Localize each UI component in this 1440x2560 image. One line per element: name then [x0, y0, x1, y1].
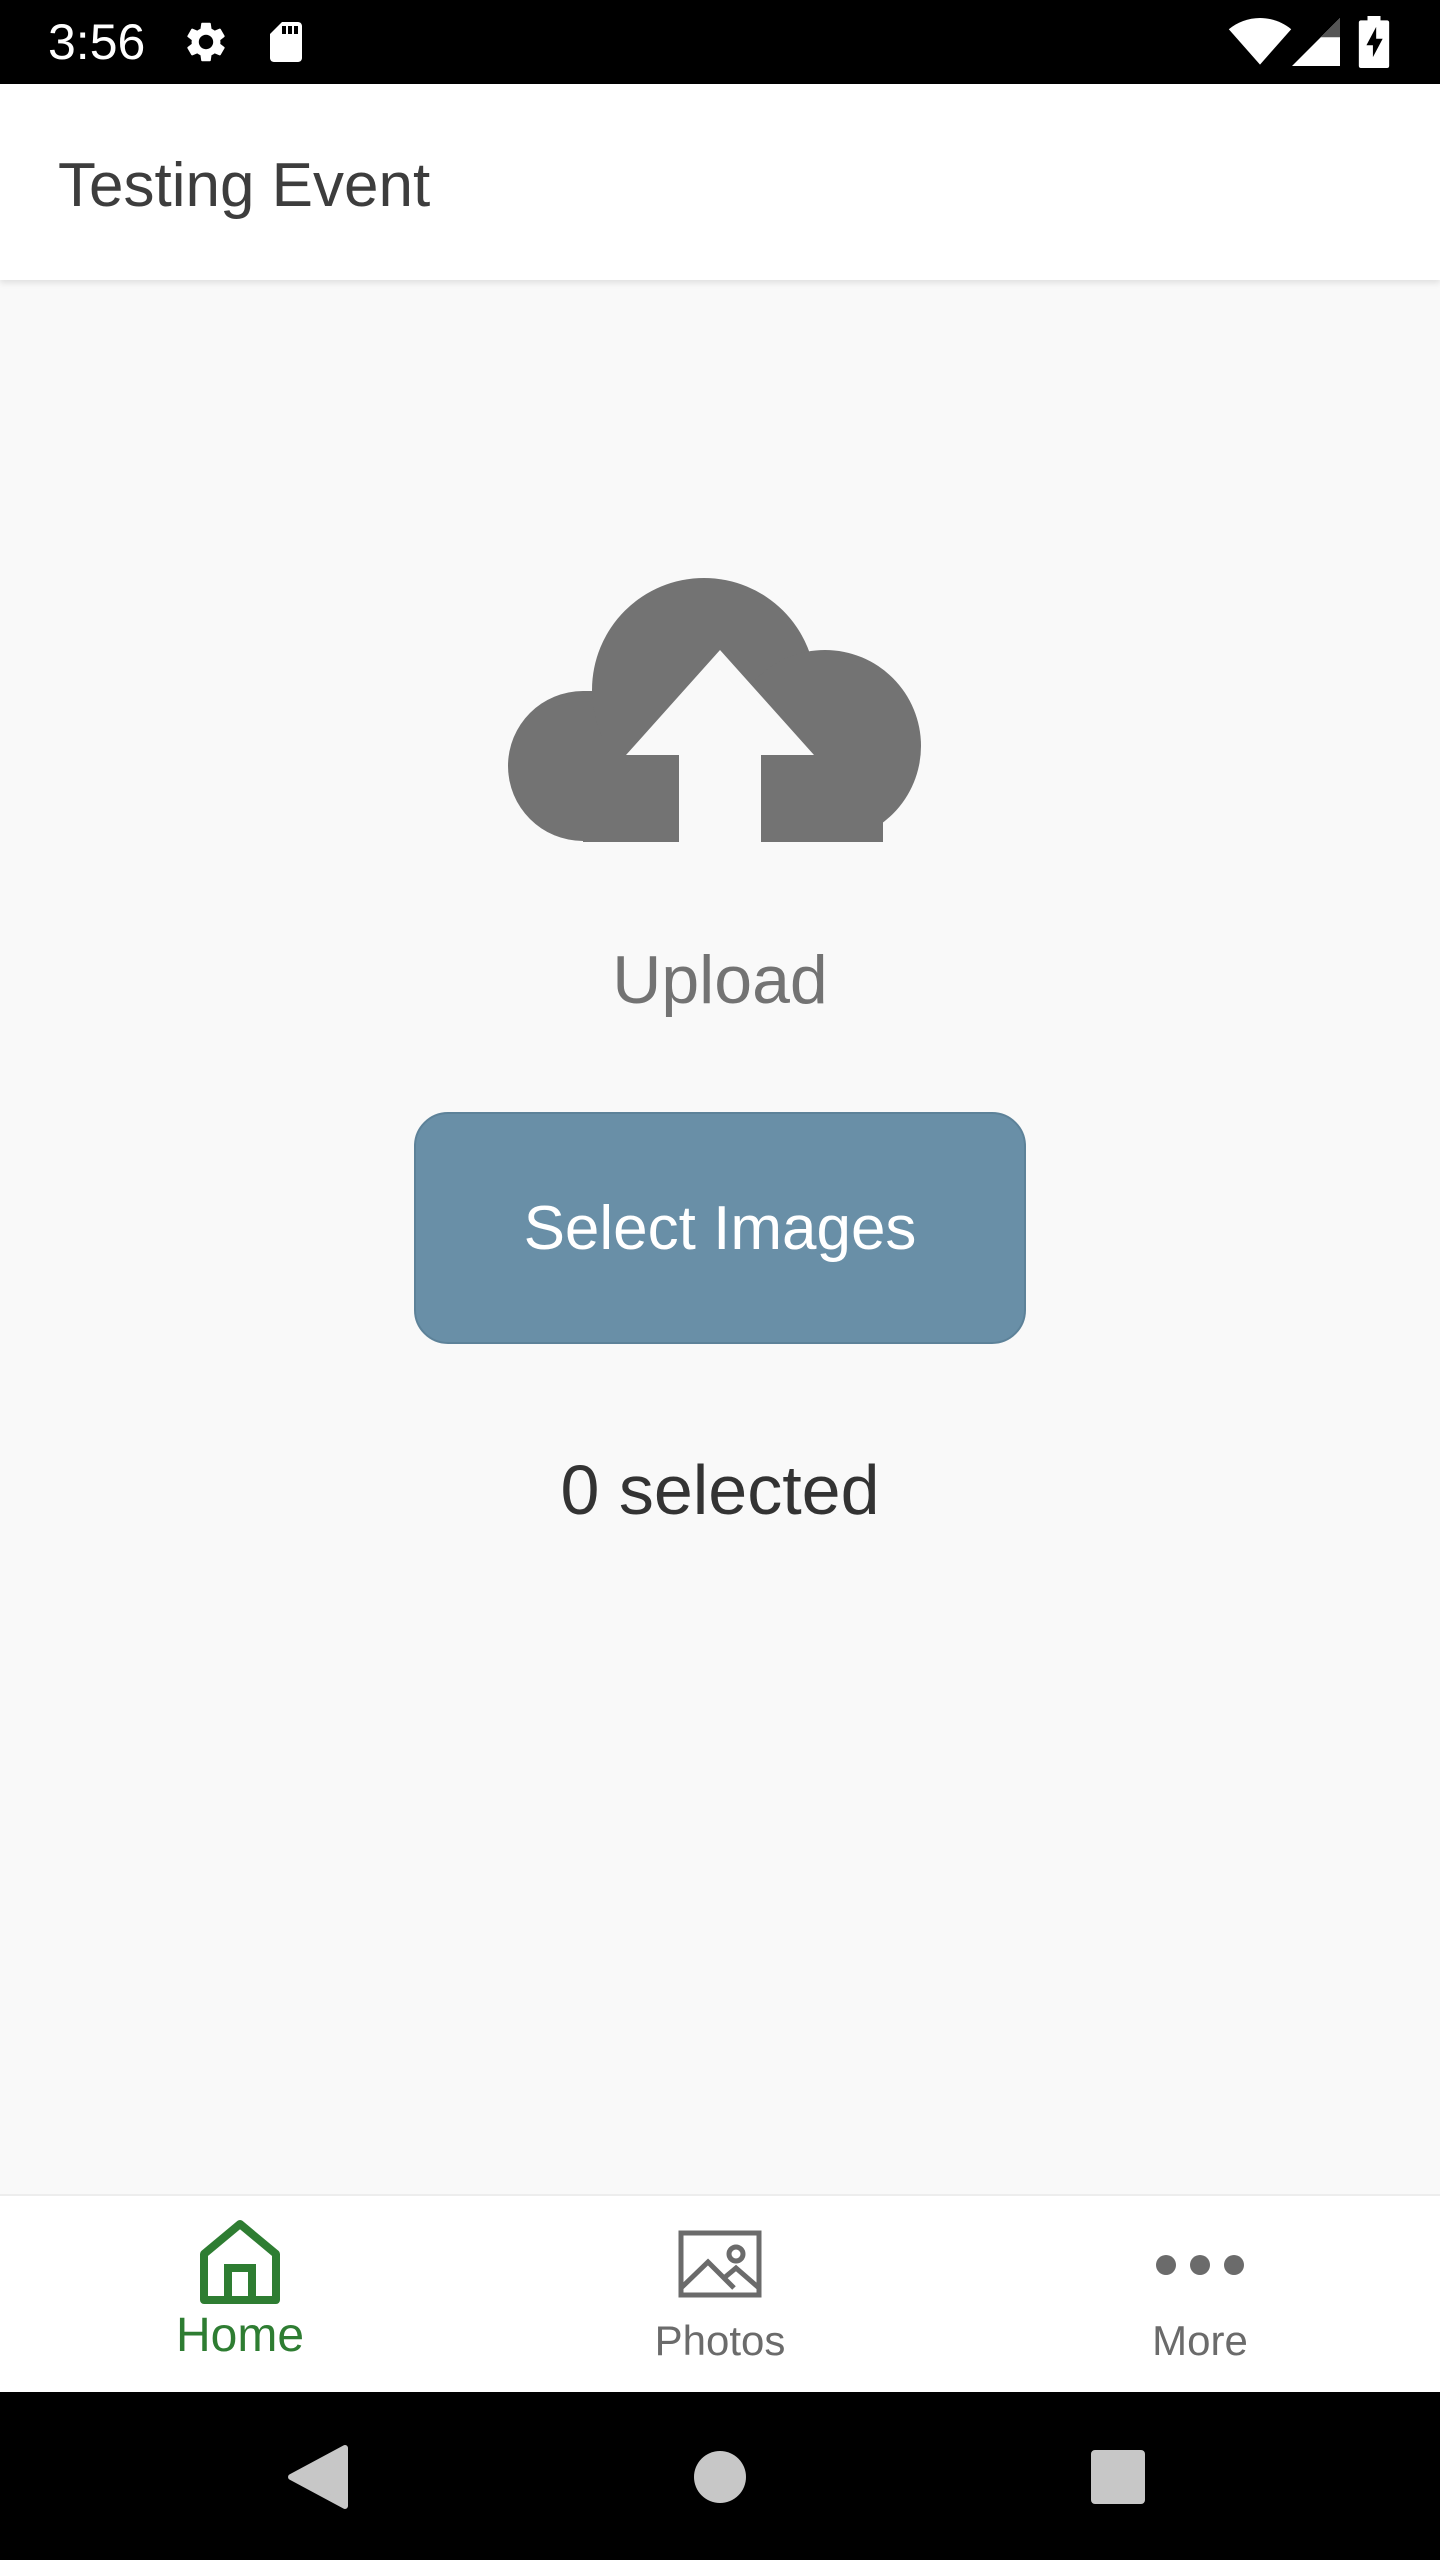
gear-icon — [187, 22, 225, 62]
wifi-icon — [1228, 18, 1292, 65]
nav-item-more[interactable]: More — [960, 2196, 1440, 2394]
signal-icon — [1292, 18, 1340, 66]
recents-icon[interactable] — [1083, 2442, 1153, 2512]
screen: 3:56 Testing Event Upload Select Images … — [0, 0, 1440, 2560]
image-icon — [678, 2230, 762, 2298]
nav-label-more: More — [1152, 2317, 1248, 2364]
selected-count: 0 selected — [560, 1451, 880, 1529]
select-images-button[interactable]: Select Images — [414, 1112, 1026, 1344]
home-circle-icon[interactable] — [685, 2442, 755, 2512]
battery-charging-icon — [1358, 16, 1390, 68]
sd-card-icon — [270, 22, 302, 62]
nav-label-home: Home — [175, 2309, 305, 2362]
status-time: 3:56 — [48, 14, 146, 70]
more-horizontal-icon — [1156, 2255, 1244, 2275]
system-nav-bar — [0, 2392, 1440, 2560]
cloud-upload-icon — [508, 578, 921, 842]
page-title: Testing Event — [58, 151, 431, 220]
back-icon[interactable] — [283, 2442, 353, 2512]
nav-item-home[interactable]: Home — [0, 2196, 480, 2394]
bottom-navigation: Home Photos More — [0, 2194, 1440, 2392]
upload-label: Upload — [612, 942, 828, 1018]
app-bar: Testing Event — [0, 84, 1440, 280]
status-bar: 3:56 — [0, 0, 1440, 84]
home-icon — [200, 2220, 280, 2304]
nav-label-photos: Photos — [654, 2317, 786, 2364]
nav-item-photos[interactable]: Photos — [480, 2196, 960, 2394]
